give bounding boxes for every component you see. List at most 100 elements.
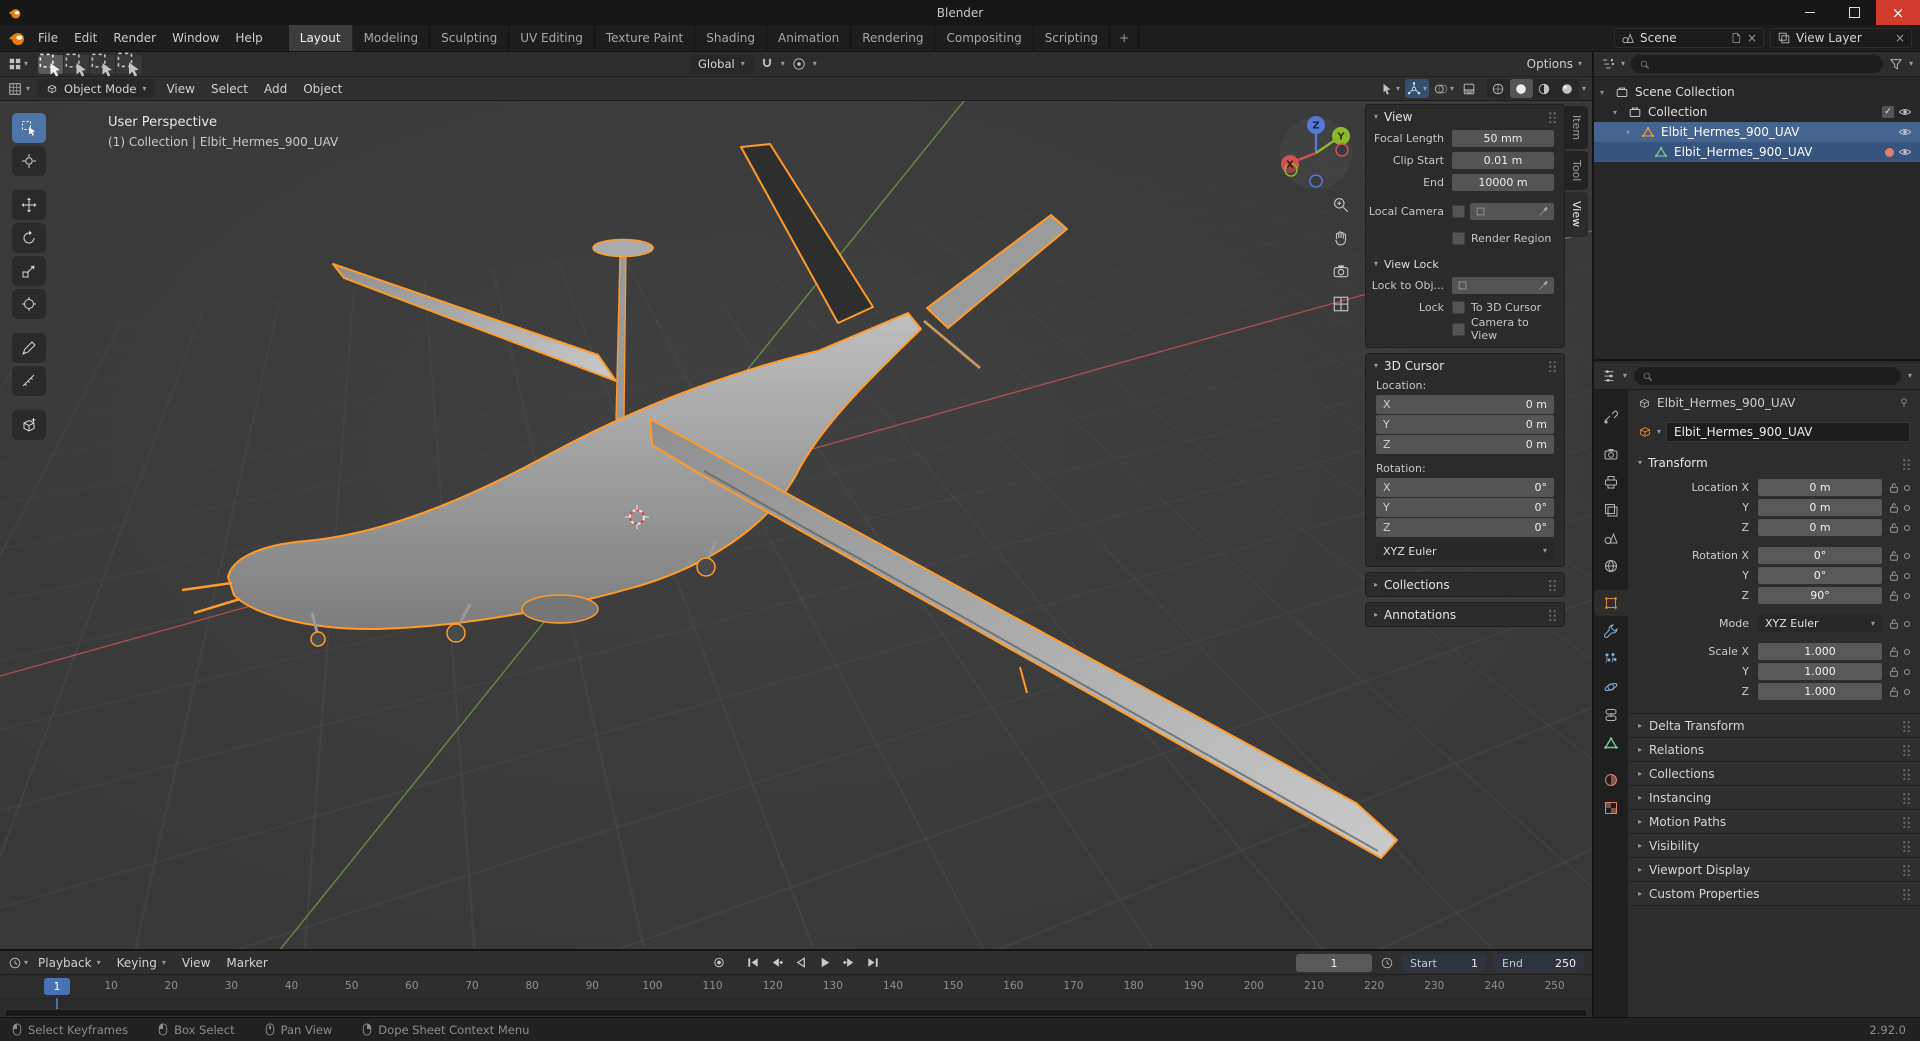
proportional-editing-icon[interactable]: [792, 57, 806, 71]
play-button[interactable]: [815, 953, 836, 972]
viewport-3d[interactable]: User Perspective (1) Collection | Elbit_…: [0, 101, 1592, 949]
material-properties-tab[interactable]: [1594, 767, 1628, 793]
eye-icon[interactable]: [1898, 105, 1912, 119]
drag-grip-icon[interactable]: [1547, 608, 1556, 621]
eye-icon[interactable]: [1898, 145, 1912, 159]
section-viewport-display[interactable]: Viewport Display: [1628, 858, 1920, 882]
workspace-tab-scripting[interactable]: Scripting: [1034, 25, 1111, 51]
annotate-tool-button[interactable]: [12, 333, 46, 363]
prev-keyframe-button[interactable]: [767, 953, 788, 972]
shading-rendered-button[interactable]: [1556, 79, 1579, 98]
focal-length-field[interactable]: 50 mm: [1452, 129, 1554, 147]
navigation-gizmo[interactable]: Z Y X: [1278, 115, 1354, 191]
viewport-editor-chevron-icon[interactable]: [26, 85, 30, 93]
disclosure-icon[interactable]: [1626, 128, 1637, 137]
properties-options-chevron-icon[interactable]: [1908, 372, 1912, 380]
transform-mode-dropdown[interactable]: XYZ Euler: [1758, 615, 1882, 632]
animate-dot-icon[interactable]: [1902, 553, 1912, 559]
collections-panel-header[interactable]: Collections: [1366, 573, 1564, 596]
object-name-field[interactable]: Elbit_Hermes_900_UAV: [1666, 422, 1910, 442]
filter-icon[interactable]: [1889, 57, 1903, 71]
snap-chevron-icon[interactable]: [781, 60, 785, 68]
eye-icon[interactable]: [1898, 125, 1912, 139]
outliner-row[interactable]: Scene Collection: [1594, 82, 1920, 102]
animate-dot-icon[interactable]: [1902, 505, 1912, 511]
clip-end-field[interactable]: 10000 m: [1452, 173, 1554, 191]
workspace-tab-texture-paint[interactable]: Texture Paint: [595, 25, 696, 51]
sidebar-tab-view[interactable]: View: [1565, 192, 1588, 237]
outliner-row[interactable]: Collection: [1594, 102, 1920, 122]
output-properties-tab[interactable]: [1594, 469, 1628, 495]
editor-type-chevron-icon[interactable]: [24, 60, 28, 68]
viewport-menu-select[interactable]: Select: [203, 77, 256, 100]
pin-icon[interactable]: [1898, 397, 1910, 409]
jump-end-button[interactable]: [863, 953, 884, 972]
timeline-track-area[interactable]: [0, 998, 1592, 1009]
use-preview-range-icon[interactable]: [1380, 956, 1394, 970]
sidebar-tab-item[interactable]: Item: [1565, 106, 1588, 150]
eyedropper-icon[interactable]: [1538, 206, 1549, 217]
animate-dot-icon[interactable]: [1902, 669, 1912, 675]
measure-tool-button[interactable]: [12, 366, 46, 396]
transform-scale-x-field[interactable]: 1.000: [1758, 643, 1882, 660]
workspace-tab-compositing[interactable]: Compositing: [935, 25, 1034, 51]
constraints-properties-tab[interactable]: [1594, 702, 1628, 728]
view-layer-selector[interactable]: View Layer: [1770, 28, 1912, 48]
cursor-rotation-x-field[interactable]: X 0°: [1376, 478, 1554, 497]
jump-start-button[interactable]: [743, 953, 764, 972]
unlink-scene-icon[interactable]: [1747, 31, 1757, 45]
workspace-tab-animation[interactable]: Animation: [767, 25, 852, 51]
lock-icon[interactable]: [1886, 618, 1902, 630]
scene-properties-tab[interactable]: [1594, 525, 1628, 551]
current-frame-field[interactable]: 1: [1296, 954, 1372, 972]
timeline-editor-chevron-icon[interactable]: [24, 959, 28, 967]
xray-toggle[interactable]: [1459, 79, 1480, 98]
move-tool-button[interactable]: [12, 190, 46, 220]
transform-location-x-field[interactable]: 0 m: [1758, 479, 1882, 496]
timeline-menu-view[interactable]: View: [174, 956, 218, 970]
menu-render[interactable]: Render: [105, 25, 164, 51]
menu-window[interactable]: Window: [164, 25, 227, 51]
overlays-toggle[interactable]: [1432, 79, 1456, 98]
workspace-tab-layout[interactable]: Layout: [288, 25, 353, 51]
gizmos-toggle[interactable]: [1404, 79, 1429, 98]
lock-icon[interactable]: [1886, 502, 1902, 514]
render-properties-tab[interactable]: [1594, 441, 1628, 467]
section-collections[interactable]: Collections: [1628, 762, 1920, 786]
transform-z-field[interactable]: 1.000: [1758, 683, 1882, 700]
object-type-chevron-icon[interactable]: [1657, 428, 1661, 436]
menu-help[interactable]: Help: [227, 25, 270, 51]
timeline-menu-playback[interactable]: Playback: [30, 956, 109, 970]
render-region-checkbox[interactable]: [1452, 231, 1465, 245]
viewport-menu-object[interactable]: Object: [295, 77, 350, 100]
section-delta-transform[interactable]: Delta Transform: [1628, 714, 1920, 738]
shading-chevron-icon[interactable]: [1582, 85, 1586, 93]
pan-hand-icon[interactable]: [1332, 229, 1350, 250]
object-properties-tab[interactable]: [1594, 590, 1628, 616]
shading-wireframe-button[interactable]: [1487, 79, 1510, 98]
options-button[interactable]: Options: [1527, 57, 1573, 71]
selectability-dropdown[interactable]: [1378, 79, 1402, 98]
animate-dot-icon[interactable]: [1902, 689, 1912, 695]
filter-chevron-icon[interactable]: [1909, 60, 1913, 68]
view-panel-header[interactable]: View: [1366, 105, 1564, 128]
section-instancing[interactable]: Instancing: [1628, 786, 1920, 810]
play-reverse-button[interactable]: [791, 953, 812, 972]
lock-icon[interactable]: [1886, 646, 1902, 658]
render-visibility-icon[interactable]: [1885, 147, 1894, 157]
transform-y-field[interactable]: 0°: [1758, 567, 1882, 584]
clip-start-field[interactable]: 0.01 m: [1452, 151, 1554, 169]
minimize-button[interactable]: [1788, 0, 1832, 25]
workspace-tab-uv-editing[interactable]: UV Editing: [509, 25, 595, 51]
workspace-tab-shading[interactable]: Shading: [695, 25, 767, 51]
timeline-menu-marker[interactable]: Marker: [218, 956, 275, 970]
select-box-tool-button[interactable]: [12, 113, 46, 143]
exclude-checkbox[interactable]: [1882, 106, 1894, 118]
new-scene-icon[interactable]: [1730, 32, 1742, 44]
timeline-editor-icon[interactable]: [8, 956, 22, 970]
cursor-3d-tool-button[interactable]: [12, 146, 46, 176]
select-extend-button[interactable]: [64, 53, 91, 77]
outliner-editor-chevron-icon[interactable]: [1621, 60, 1625, 68]
to-3d-cursor-checkbox[interactable]: [1452, 300, 1465, 314]
transform-y-field[interactable]: 1.000: [1758, 663, 1882, 680]
